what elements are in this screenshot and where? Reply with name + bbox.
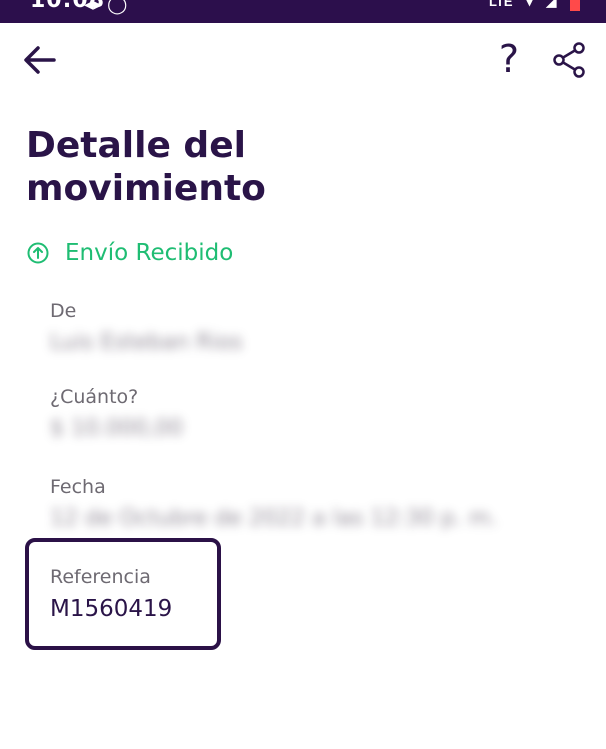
notification-icons: ◂▸ ◯ xyxy=(84,0,128,14)
share-icon xyxy=(553,42,585,78)
page-title: Detalle del movimiento xyxy=(26,125,266,209)
date-value: 12 de Octubre de 2022 a las 12:30 p. m. xyxy=(50,506,498,531)
status-indicators: LTE ▾ ◢ xyxy=(479,0,580,11)
network-label: LTE xyxy=(489,0,513,9)
from-label: De xyxy=(50,300,77,322)
date-label: Fecha xyxy=(50,476,106,498)
amount-label: ¿Cuánto? xyxy=(50,386,139,408)
movement-type-label: Envío Recibido xyxy=(65,240,234,266)
status-bar: 10:08 ◂▸ ◯ LTE ▾ ◢ xyxy=(0,0,606,23)
arrow-left-icon xyxy=(24,46,56,74)
reference-label: Referencia xyxy=(50,566,151,588)
from-value: Luis Esteban Rios xyxy=(50,330,243,355)
arrow-up-circle-icon xyxy=(27,242,49,264)
field-date: Fecha 12 de Octubre de 2022 a las 12:30 … xyxy=(50,476,497,531)
signal-icon: ◢ xyxy=(546,0,557,9)
battery-icon xyxy=(570,0,580,11)
wifi-icon: ▾ xyxy=(526,0,533,9)
field-from: De Luis Esteban Rios xyxy=(50,300,243,355)
share-button[interactable] xyxy=(549,40,589,80)
field-amount: ¿Cuánto? $ 10.000,00 xyxy=(50,386,183,441)
reference-box: Referencia M1560419 xyxy=(25,538,221,650)
help-button[interactable]: ? xyxy=(492,37,526,81)
movement-type: Envío Recibido xyxy=(27,240,233,266)
reference-value: M1560419 xyxy=(50,596,173,622)
back-button[interactable] xyxy=(20,40,60,80)
amount-value: $ 10.000,00 xyxy=(50,416,183,441)
